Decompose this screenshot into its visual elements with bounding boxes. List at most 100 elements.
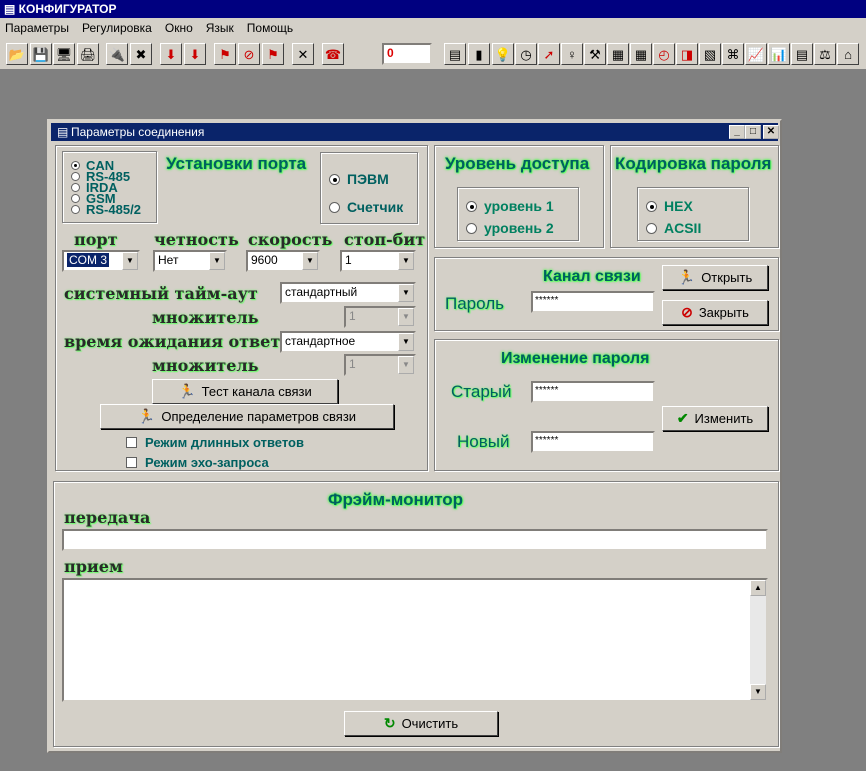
menu-help[interactable]: Помощь bbox=[247, 21, 293, 35]
radio-level2[interactable]: уровень 2 bbox=[466, 220, 554, 236]
channel-panel: Канал связи Пароль ****** 🏃 Открыть ⊘ Закр… bbox=[434, 257, 779, 331]
new-password-label: Новый bbox=[457, 432, 510, 451]
receive-scrollbar[interactable]: ▲ ▼ bbox=[750, 580, 766, 700]
long-answers-checkbox[interactable]: Режим длинных ответов bbox=[126, 435, 304, 450]
multiplier2-select[interactable]: 1 ▼ bbox=[344, 354, 416, 376]
response-wait-select[interactable]: стандартное ▼ bbox=[280, 331, 416, 353]
access-level-title: Уровень доступа bbox=[445, 154, 590, 173]
radio-rs485-2[interactable]: RS-485/2 bbox=[71, 203, 141, 216]
radio-pc[interactable]: ПЭВМ bbox=[329, 171, 389, 187]
calculator-icon[interactable]: ▦ bbox=[607, 43, 629, 65]
save-icon[interactable]: 💾 bbox=[30, 43, 52, 65]
open-button[interactable]: 🏃 Открыть bbox=[662, 265, 768, 290]
connect-icon[interactable]: 🔌 bbox=[106, 43, 128, 65]
test-channel-button[interactable]: 🏃 Тест канала связи bbox=[152, 379, 338, 404]
target-group: ПЭВМ Счетчик bbox=[320, 152, 418, 224]
radio-level1[interactable]: уровень 1 bbox=[466, 198, 554, 214]
download-icon[interactable]: ⬇ bbox=[160, 43, 182, 65]
dialog-title: Параметры соединения bbox=[71, 125, 205, 139]
parity-label: четность bbox=[154, 230, 239, 249]
close-icon[interactable]: ✕ bbox=[292, 43, 314, 65]
running-man-icon: 🏃 bbox=[677, 269, 696, 285]
old-password-label: Старый bbox=[451, 382, 512, 401]
app-title-bar: ▤ КОНФИГУРАТОР bbox=[0, 0, 866, 18]
response-wait-label: время ожидания ответа bbox=[64, 332, 291, 351]
calendar-icon[interactable]: ▦ bbox=[630, 43, 652, 65]
clock-icon[interactable]: ◴ bbox=[653, 43, 675, 65]
port-settings-panel: CAN RS-485 IRDA GSM RS-485/2 Установки п… bbox=[55, 145, 428, 471]
home-icon[interactable]: ⌂ bbox=[837, 43, 859, 65]
scroll-up-icon: ▲ bbox=[750, 580, 766, 596]
table-icon[interactable]: ▤ bbox=[791, 43, 813, 65]
tools-icon[interactable]: ⚒ bbox=[584, 43, 606, 65]
checkmark-icon: ✔ bbox=[676, 410, 689, 426]
report-icon[interactable]: ▧ bbox=[699, 43, 721, 65]
document-icon[interactable]: ▤ bbox=[444, 43, 466, 65]
access-level-group: уровень 1 уровень 2 bbox=[457, 187, 579, 241]
new-password-field[interactable]: ****** bbox=[531, 431, 655, 453]
chart-icon[interactable]: 📈 bbox=[745, 43, 767, 65]
close-channel-button[interactable]: ⊘ Закрыть bbox=[662, 300, 768, 325]
scroll-down-icon: ▼ bbox=[750, 684, 766, 700]
encoding-group: HEX ACSII bbox=[637, 187, 749, 241]
receive-label: прием bbox=[64, 557, 123, 576]
parity-select[interactable]: Нет ▼ bbox=[153, 250, 227, 272]
clock-page-icon[interactable]: ◷ bbox=[515, 43, 537, 65]
menu-window[interactable]: Окно bbox=[165, 21, 193, 35]
bulb-icon[interactable]: 💡 bbox=[492, 43, 514, 65]
radio-meter[interactable]: Счетчик bbox=[329, 199, 403, 215]
menu-language[interactable]: Язык bbox=[206, 21, 234, 35]
flag-icon[interactable]: ⚑ bbox=[214, 43, 236, 65]
network-icon[interactable]: ⌘ bbox=[722, 43, 744, 65]
multiplier1-select[interactable]: 1 ▼ bbox=[344, 306, 416, 328]
computer-icon[interactable]: 🖥 bbox=[53, 43, 75, 65]
change-password-title: Изменение пароля bbox=[501, 350, 650, 367]
pin-icon[interactable]: ♀ bbox=[561, 43, 583, 65]
frame-monitor-title: Фрэйм-монитор bbox=[328, 490, 464, 509]
menu-regulation[interactable]: Регулировка bbox=[82, 21, 152, 35]
password-field[interactable]: ****** bbox=[531, 291, 655, 313]
menu-parameters[interactable]: Параметры bbox=[5, 21, 69, 35]
scale-icon[interactable]: ⚖ bbox=[814, 43, 836, 65]
clear-button[interactable]: ↻ Очистить bbox=[344, 711, 498, 736]
password-encoding-title: Кодировка пароля bbox=[615, 154, 772, 173]
chart-alt-icon[interactable]: 📊 bbox=[768, 43, 790, 65]
port-settings-title: Установки порта bbox=[166, 154, 307, 173]
password-encoding-panel: Кодировка пароля HEX ACSII bbox=[610, 145, 779, 248]
counter-field[interactable]: 0 bbox=[382, 43, 432, 65]
multiplier1-label: множитель bbox=[152, 308, 259, 327]
toolbar: 📂 💾 🖥 🖨 🔌 ✖ ⬇ ⬇ ⚑ ⊘ ⚑ ✕ ☎ 0 ▤ ▮ 💡 ◷ ➚ ♀ … bbox=[0, 38, 866, 70]
menu-bar: Параметры Регулировка Окно Язык Помощь bbox=[0, 18, 866, 38]
device-icon[interactable]: ▮ bbox=[468, 43, 490, 65]
arrow-icon[interactable]: ➚ bbox=[538, 43, 560, 65]
transmit-field[interactable] bbox=[62, 529, 768, 551]
receive-area[interactable]: ▲ ▼ bbox=[62, 578, 768, 702]
close-button[interactable]: ✕ bbox=[763, 125, 779, 139]
echo-mode-checkbox[interactable]: Режим эхо-запроса bbox=[126, 455, 269, 470]
phone-icon[interactable]: ☎ bbox=[322, 43, 344, 65]
speed-select[interactable]: 9600 ▼ bbox=[246, 250, 320, 272]
sys-timeout-select[interactable]: стандартный ▼ bbox=[280, 282, 416, 304]
dialog-icon: ▤ bbox=[57, 125, 69, 139]
disconnect-icon[interactable]: ✖ bbox=[130, 43, 152, 65]
stopbit-select[interactable]: 1 ▼ bbox=[340, 250, 416, 272]
radio-hex[interactable]: HEX bbox=[646, 198, 693, 214]
flag-alt-icon[interactable]: ⚑ bbox=[262, 43, 284, 65]
multiplier2-label: множитель bbox=[152, 356, 259, 375]
open-folder-icon[interactable]: 📂 bbox=[6, 43, 28, 65]
print-icon[interactable]: 🖨 bbox=[77, 43, 99, 65]
access-level-panel: Уровень доступа уровень 1 уровень 2 bbox=[434, 145, 604, 248]
meter-icon[interactable]: ◨ bbox=[676, 43, 698, 65]
port-select[interactable]: COM 3 ▼ bbox=[62, 250, 140, 272]
radio-acsii[interactable]: ACSII bbox=[646, 220, 701, 236]
change-button[interactable]: ✔ Изменить bbox=[662, 406, 768, 431]
detect-params-button[interactable]: 🏃 Определение параметров связи bbox=[100, 404, 394, 429]
minimize-button[interactable]: _ bbox=[729, 125, 745, 139]
stop-icon[interactable]: ⊘ bbox=[238, 43, 260, 65]
change-password-panel: Изменение пароля Старый ****** ✔ Изменить… bbox=[434, 339, 779, 471]
running-man-icon: 🏃 bbox=[137, 408, 156, 424]
old-password-field[interactable]: ****** bbox=[531, 381, 655, 403]
download-alt-icon[interactable]: ⬇ bbox=[184, 43, 206, 65]
port-label: порт bbox=[74, 230, 118, 249]
maximize-button[interactable]: □ bbox=[745, 125, 761, 139]
